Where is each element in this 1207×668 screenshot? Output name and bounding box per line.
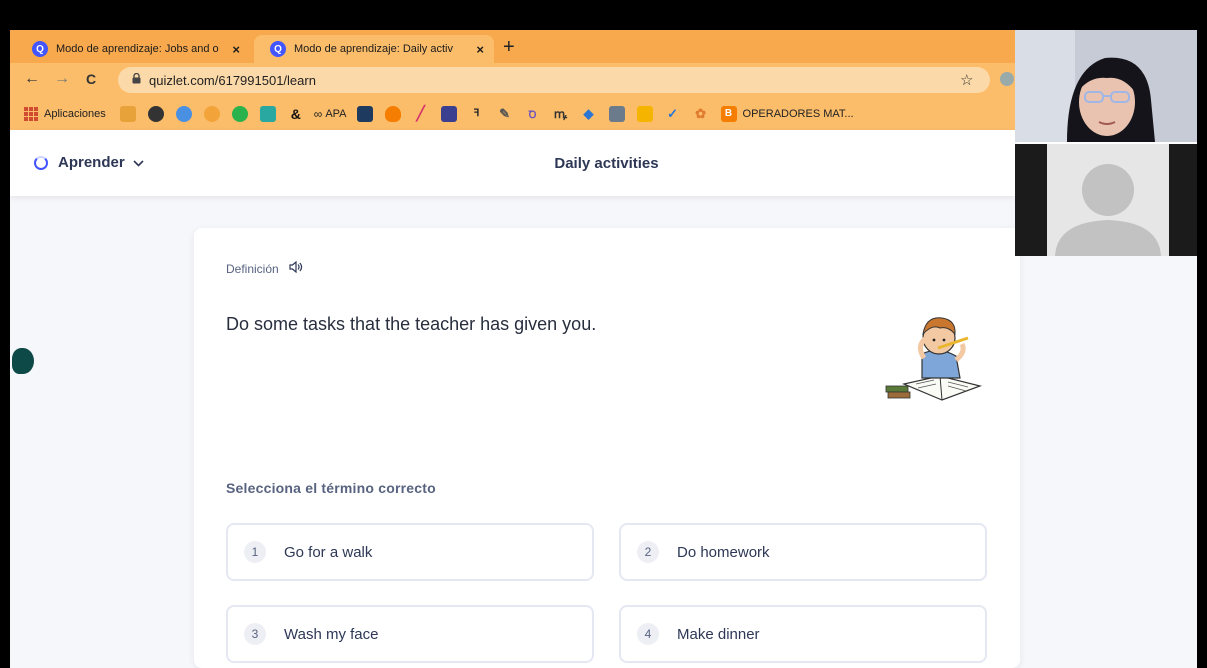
ampersand-bookmark-icon[interactable]: & <box>288 106 304 122</box>
tab-title: Modo de aprendizaje: Daily activ <box>294 43 453 55</box>
operadores-label: OPERADORES MAT... <box>742 107 854 120</box>
apps-grid-icon <box>24 106 38 121</box>
url-text: quizlet.com/617991501/learn <box>149 72 316 88</box>
definition-text: Do some tasks that the teacher has given… <box>226 314 597 334</box>
bookmark-apps[interactable]: Aplicaciones <box>24 106 106 121</box>
question-card: Definición Do some tasks that the teache… <box>194 228 1020 668</box>
right-black-edge <box>1197 30 1207 668</box>
pencil-bookmark-icon[interactable]: ✎ <box>497 106 513 122</box>
prompt-text: Selecciona el término correcto <box>226 480 436 496</box>
bookmark-icon[interactable]: ꝳ <box>553 106 569 122</box>
bookmark-icon[interactable]: ✿ <box>693 106 709 122</box>
option-number: 1 <box>244 541 266 563</box>
bookmark-star-icon[interactable]: ☆ <box>960 71 973 89</box>
option-label: Go for a walk <box>284 543 373 561</box>
app-header: Aprender Daily activities <box>10 130 1015 196</box>
participant-video-tile <box>1015 30 1197 142</box>
check-circle-bookmark-icon[interactable]: ✓ <box>665 106 681 122</box>
tab-jobs[interactable]: Q Modo de aprendizaje: Jobs and o × <box>16 35 250 63</box>
bookmark-icon[interactable] <box>119 105 136 122</box>
tab-daily-activities[interactable]: Q Modo de aprendizaje: Daily activ × <box>254 35 494 63</box>
speaker-icon[interactable] <box>289 260 303 276</box>
participant-avatar-tile <box>1015 144 1197 256</box>
option-label: Make dinner <box>677 625 760 643</box>
bookmark-icon[interactable] <box>231 105 248 122</box>
option-number: 2 <box>637 541 659 563</box>
answer-option-3[interactable]: 3 Wash my face <box>226 605 594 663</box>
definition-header: Definición <box>226 260 303 276</box>
forward-arrow-icon[interactable]: → <box>54 70 70 88</box>
bookmark-icon[interactable] <box>384 105 401 122</box>
infinity-icon: ∞ <box>313 106 323 121</box>
bookmark-icon[interactable] <box>356 105 373 122</box>
close-tab-icon[interactable]: × <box>232 42 240 57</box>
bookmark-icon[interactable]: Ꝺ <box>525 106 541 122</box>
tab-strip: Q Modo de aprendizaje: Jobs and o × Q Mo… <box>10 30 1015 63</box>
bookmark-icon[interactable] <box>440 105 457 122</box>
back-arrow-icon[interactable]: ← <box>24 70 40 88</box>
top-black-bar <box>0 0 1207 30</box>
tab-title: Modo de aprendizaje: Jobs and o <box>56 43 219 55</box>
definition-label: Definición <box>226 261 279 276</box>
participant-video-image <box>1015 30 1197 142</box>
bookmark-icon[interactable] <box>259 105 276 122</box>
bookmark-operadores[interactable]: B OPERADORES MAT... <box>715 105 854 122</box>
address-bar[interactable]: quizlet.com/617991501/learn <box>118 67 990 93</box>
quizlet-favicon-icon: Q <box>270 41 286 57</box>
answer-option-2[interactable]: 2 Do homework <box>619 523 987 581</box>
new-tab-button[interactable]: + <box>503 36 515 59</box>
apps-label: Aplicaciones <box>44 107 106 120</box>
apa-label: APA <box>325 107 347 120</box>
bookmark-icon[interactable] <box>203 105 220 122</box>
extension-icon[interactable] <box>1000 72 1014 86</box>
bookmark-icon[interactable] <box>636 105 653 122</box>
screen: Q Modo de aprendizaje: Jobs and o × Q Mo… <box>0 0 1207 668</box>
bookmark-apa[interactable]: ∞ APA <box>314 107 347 121</box>
pen-bookmark-icon[interactable]: ╱ <box>413 105 429 122</box>
bookmark-icon[interactable]: ꟻ <box>469 106 485 122</box>
option-label: Do homework <box>677 543 770 561</box>
left-black-edge <box>0 30 10 668</box>
bookmark-icon[interactable] <box>147 105 164 122</box>
option-number: 4 <box>637 623 659 645</box>
quizlet-favicon-icon: Q <box>32 41 48 57</box>
avatar <box>1047 144 1169 256</box>
bookmark-icon[interactable] <box>608 105 625 122</box>
lock-icon <box>132 72 141 87</box>
navigation-bar: ← → C quizlet.com/617991501/learn ☆ <box>10 63 1015 97</box>
reload-icon[interactable]: C <box>86 71 96 87</box>
option-number: 3 <box>244 623 266 645</box>
close-tab-icon[interactable]: × <box>476 42 484 57</box>
browser-chrome: Q Modo de aprendizaje: Jobs and o × Q Mo… <box>10 30 1015 130</box>
answer-option-4[interactable]: 4 Make dinner <box>619 605 987 663</box>
blogger-icon: B <box>720 105 737 122</box>
diamond-bookmark-icon[interactable]: ◆ <box>581 106 597 122</box>
definition-image <box>882 304 992 408</box>
option-label: Wash my face <box>284 625 379 643</box>
answer-option-1[interactable]: 1 Go for a walk <box>226 523 594 581</box>
bookmarks-bar: Aplicaciones & ∞ APA ╱ ꟻ ✎ Ꝺ ꝳ ◆ ✓ ✿ B O… <box>10 97 1015 130</box>
bookmark-icon[interactable] <box>175 105 192 122</box>
cursor-blob <box>12 348 34 374</box>
